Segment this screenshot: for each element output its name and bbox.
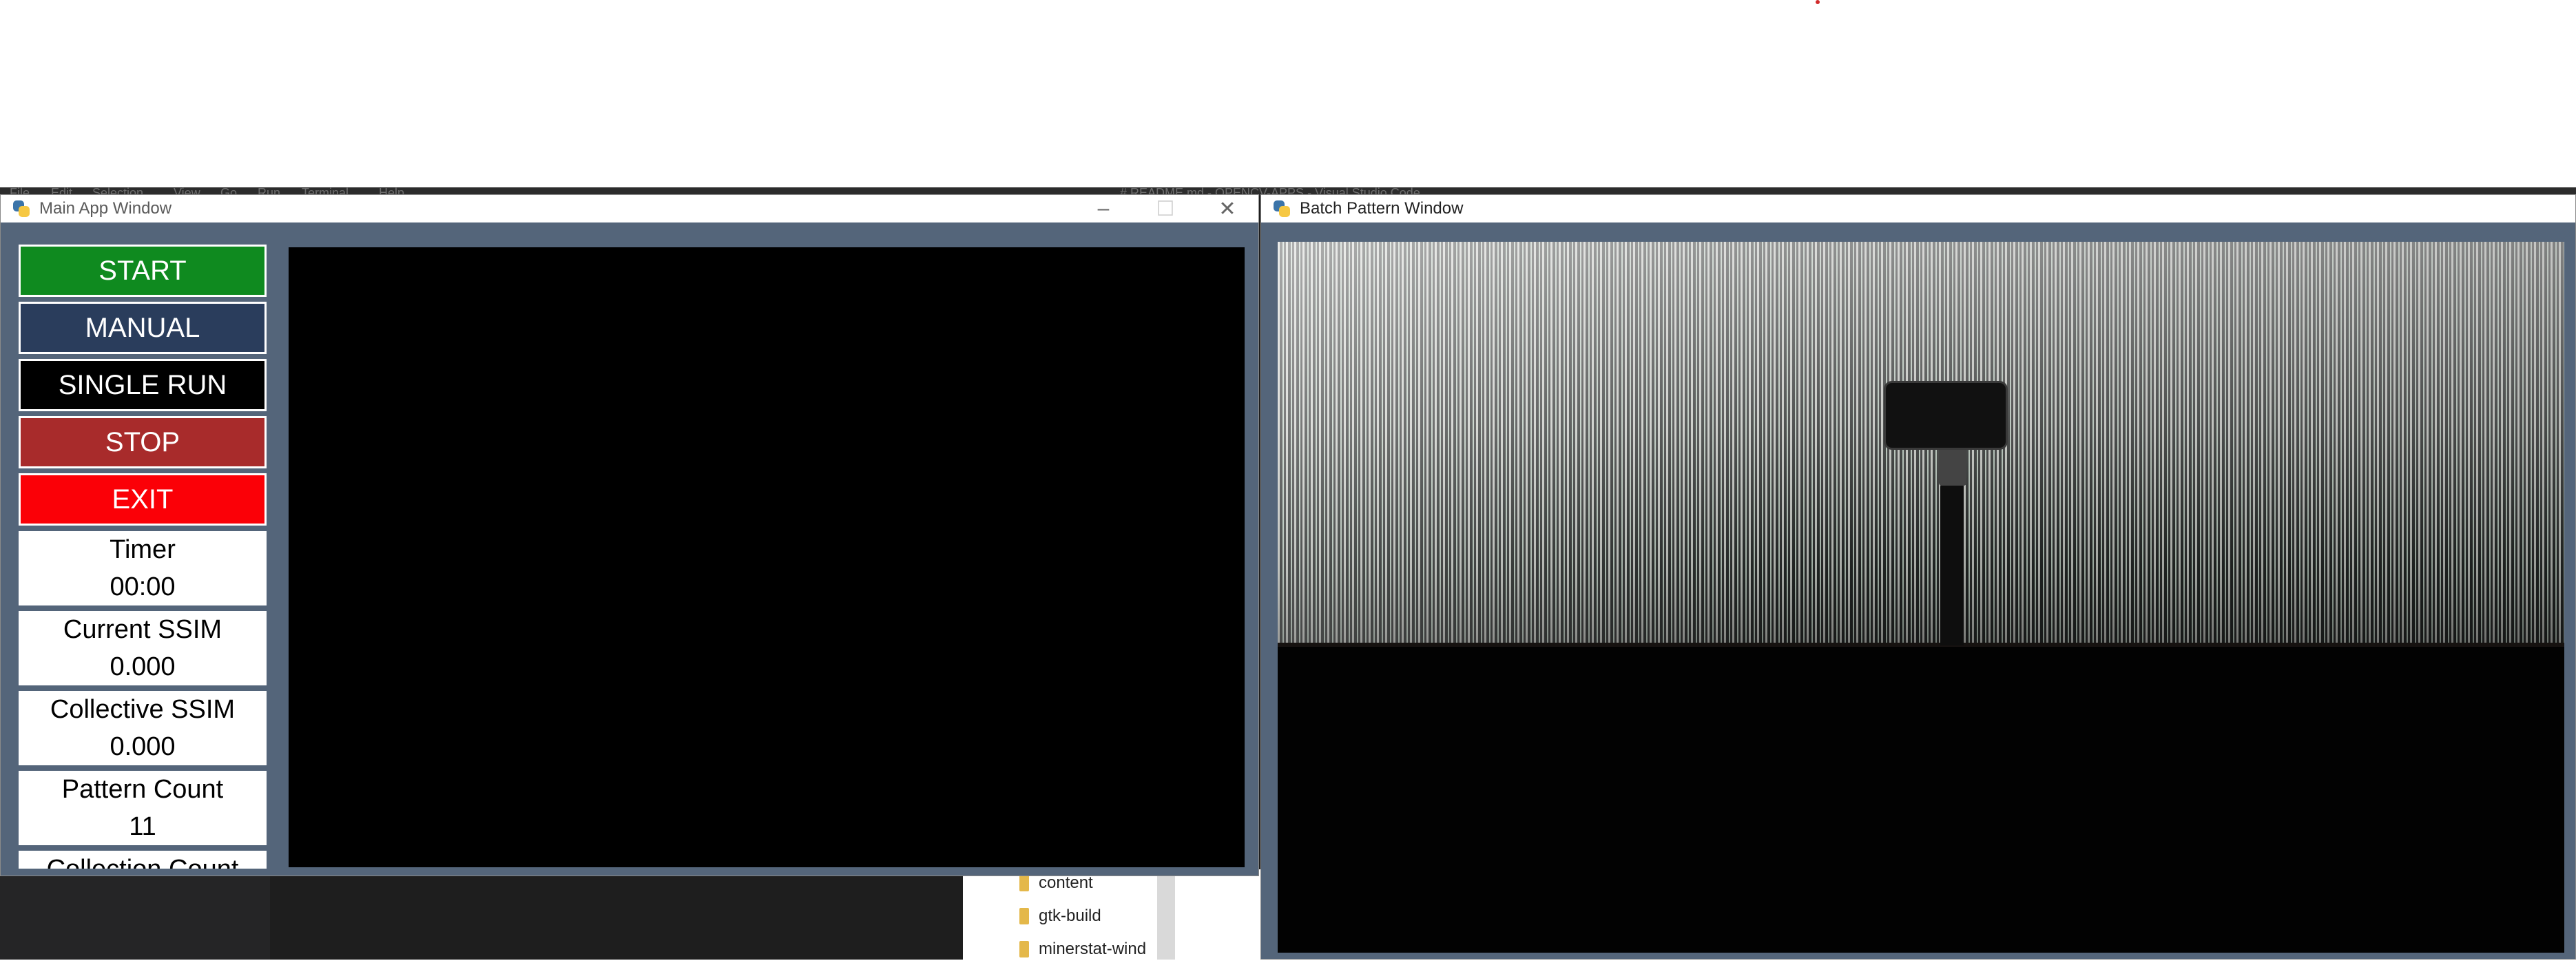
folder-icon bbox=[1019, 941, 1029, 957]
batch-pattern-window: Batch Pattern Window bbox=[1260, 194, 2576, 960]
folder-icon bbox=[1019, 908, 1029, 924]
timer-box: Timer 00:00 bbox=[19, 531, 267, 605]
background-sidebar bbox=[0, 871, 270, 960]
explorer-item-minerstat[interactable]: minerstat-wind bbox=[1019, 935, 1146, 963]
control-panel: START MANUAL SINGLE RUN STOP EXIT Timer … bbox=[19, 245, 267, 869]
close-icon[interactable]: ✕ bbox=[1196, 195, 1258, 222]
folder-icon bbox=[1019, 875, 1029, 891]
single-run-button[interactable]: SINGLE RUN bbox=[19, 359, 267, 411]
main-app-window: Main App Window – ☐ ✕ START MANUAL SINGL… bbox=[0, 194, 1259, 876]
exit-button[interactable]: EXIT bbox=[19, 473, 267, 526]
collection-count-label: Collection Count bbox=[19, 851, 267, 869]
current-ssim-value: 0.000 bbox=[110, 652, 176, 681]
explorer-scrollbar[interactable] bbox=[1157, 869, 1175, 960]
explorer-panel: content gtk-build minerstat-wind bbox=[963, 869, 1260, 960]
current-ssim-box: Current SSIM 0.000 bbox=[19, 611, 267, 685]
explorer-item-gtk-build[interactable]: gtk-build bbox=[1019, 902, 1101, 930]
collective-ssim-value: 0.000 bbox=[110, 732, 176, 761]
start-button[interactable]: START bbox=[19, 245, 267, 297]
maximize-icon[interactable]: ☐ bbox=[1134, 195, 1196, 222]
camera-stand bbox=[1940, 483, 1964, 645]
minimize-icon[interactable]: – bbox=[1072, 195, 1134, 222]
notification-dot bbox=[1816, 0, 1820, 4]
stop-button[interactable]: STOP bbox=[19, 416, 267, 468]
pattern-count-label: Pattern Count bbox=[61, 775, 224, 804]
batch-window-title: Batch Pattern Window bbox=[1300, 199, 1464, 218]
pattern-count-box: Pattern Count 11 bbox=[19, 771, 267, 845]
pattern-image bbox=[1278, 242, 2564, 953]
manual-button[interactable]: MANUAL bbox=[19, 302, 267, 354]
collective-ssim-label: Collective SSIM bbox=[50, 695, 236, 724]
timer-label: Timer bbox=[110, 535, 176, 564]
collective-ssim-box: Collective SSIM 0.000 bbox=[19, 691, 267, 765]
batch-window-titlebar[interactable]: Batch Pattern Window bbox=[1261, 195, 2575, 222]
pattern-count-value: 11 bbox=[129, 812, 156, 841]
main-window-title: Main App Window bbox=[39, 199, 172, 218]
timer-value: 00:00 bbox=[110, 572, 176, 601]
python-icon bbox=[12, 199, 31, 218]
main-window-titlebar[interactable]: Main App Window – ☐ ✕ bbox=[1, 195, 1258, 222]
python-icon bbox=[1272, 199, 1291, 218]
collection-count-box: Collection Count bbox=[19, 851, 267, 869]
camera-display bbox=[289, 247, 1245, 867]
current-ssim-label: Current SSIM bbox=[63, 615, 222, 644]
camera-mount bbox=[1939, 447, 1966, 486]
camera-device bbox=[1884, 381, 2008, 450]
dark-floor bbox=[1278, 647, 2564, 953]
